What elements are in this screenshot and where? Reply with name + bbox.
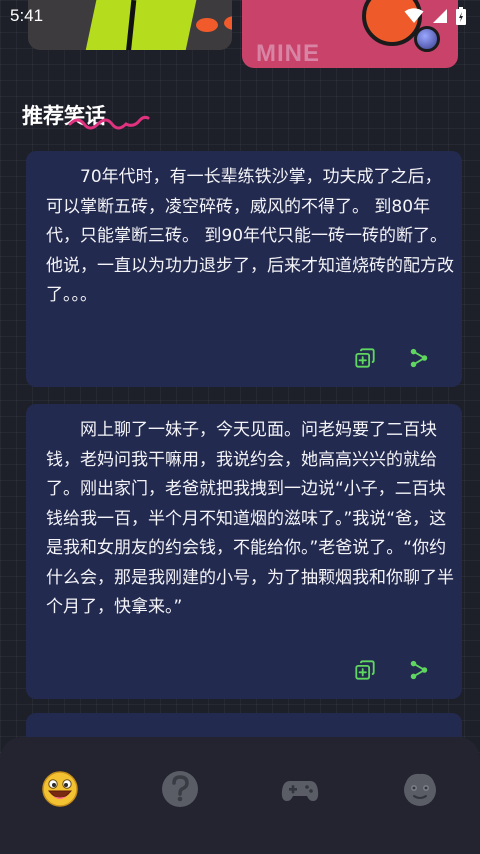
share-icon[interactable] [408, 659, 430, 681]
share-icon[interactable] [408, 347, 430, 369]
status-time: 5:41 [10, 6, 44, 25]
status-bar: 5:41 [0, 0, 480, 32]
joke-text: 70年代时，有一长辈练铁沙掌，功夫成了之后，可以掌断五砖，凌空碎砖，威风的不得了… [46, 167, 454, 305]
status-icons [404, 7, 466, 25]
copy-icon[interactable] [354, 347, 376, 369]
joke-actions [354, 659, 430, 681]
copy-icon[interactable] [354, 659, 376, 681]
battery-icon [456, 7, 466, 25]
joke-actions [354, 347, 430, 369]
joke-card[interactable]: 网上聊了一妹子，今天见面。问老妈要了二百块钱，老妈问我干嘛用，我说约会，她高高兴… [26, 404, 462, 699]
title-underline-squiggle [68, 115, 150, 130]
joke-tab-icon[interactable] [40, 769, 80, 809]
riddle-tab-icon[interactable] [160, 769, 200, 809]
joke-text: 网上聊了一妹子，今天见面。问老妈要了二百块钱，老妈问我干嘛用，我说约会，她高高兴… [46, 420, 454, 617]
joke-card[interactable]: 70年代时，有一长辈练铁沙掌，功夫成了之后，可以掌断五砖，凌空碎砖，威风的不得了… [26, 151, 462, 387]
cellular-signal-icon [433, 9, 447, 23]
banner-word: MINE [256, 40, 320, 67]
game-tab-icon[interactable] [280, 769, 320, 809]
wifi-icon [404, 8, 424, 23]
bottom-navigation [0, 737, 480, 854]
profile-tab-icon[interactable] [400, 769, 440, 809]
